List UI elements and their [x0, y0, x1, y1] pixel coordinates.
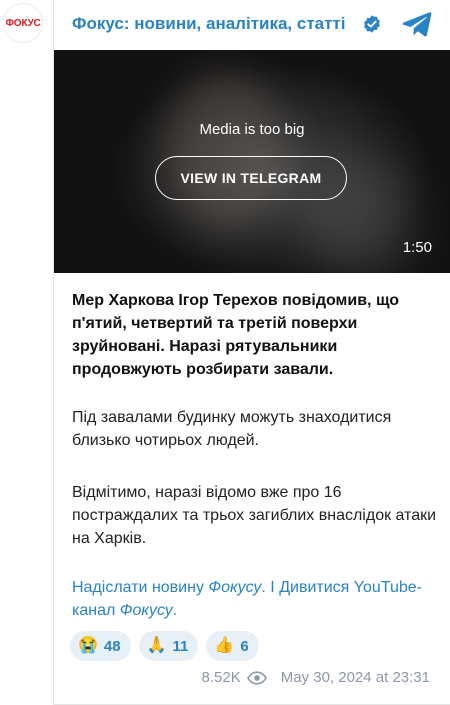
links-separator: І: [265, 579, 280, 596]
channel-logo-text: ФОКУС: [5, 17, 41, 29]
blurred-figure: [164, 70, 284, 230]
reaction-praying[interactable]: 🙏 11: [138, 631, 199, 661]
channel-avatar[interactable]: ФОКУС: [3, 3, 43, 43]
reaction-thumbs-up[interactable]: 👍 6: [206, 631, 259, 661]
verified-badge-icon: [364, 15, 380, 33]
view-count: 8.52K: [201, 669, 241, 686]
youtube-link-end: .: [172, 602, 178, 619]
video-preview[interactable]: Media is too big VIEW IN TELEGRAM 1:50: [54, 50, 450, 273]
telegram-post-page: ФОКУС Фокус: новини, аналітика, статті M…: [0, 0, 450, 705]
reaction-count: 48: [103, 637, 121, 655]
media-too-big-note: Media is too big: [199, 121, 305, 138]
reaction-count: 11: [172, 637, 189, 655]
channel-name[interactable]: Фокус: новини, аналітика, статті: [72, 14, 346, 34]
youtube-link-italic: Фокусу: [119, 602, 173, 619]
eye-icon: [246, 670, 267, 685]
view-in-telegram-button[interactable]: VIEW IN TELEGRAM: [155, 156, 347, 200]
post-card: Фокус: новини, аналітика, статті Media i…: [53, 0, 450, 705]
post-paragraph-2: Під завалами будинку можуть знаходитися …: [72, 409, 392, 449]
post-paragraph-3: Відмітимо, наразі відомо вже про 16 пост…: [72, 484, 437, 547]
send-news-link-text: Надіслати новину: [72, 579, 209, 596]
post-date[interactable]: May 30, 2024 at 23:31: [281, 669, 430, 686]
reaction-crying[interactable]: 😭 48: [70, 631, 131, 661]
crying-face-icon: 😭: [78, 637, 98, 654]
reaction-count: 6: [240, 637, 249, 655]
send-news-link-italic: Фокусу: [208, 579, 262, 596]
telegram-logo-icon[interactable]: [402, 11, 432, 37]
post-links: Надіслати новину Фокусу. І Дивитися YouT…: [72, 576, 442, 622]
reactions-bar: 😭 48 🙏 11 👍 6: [70, 631, 259, 661]
post-footer: 8.52K May 30, 2024 at 23:31: [202, 669, 430, 686]
send-news-link[interactable]: Надіслати новину Фокусу.: [72, 579, 266, 596]
praying-hands-icon: 🙏: [146, 637, 167, 654]
thumbs-up-icon: 👍: [214, 637, 235, 654]
video-duration: 1:50: [402, 239, 432, 256]
post-paragraph-1: Мер Харкова Ігор Терехов повідомив, що п…: [72, 292, 400, 378]
